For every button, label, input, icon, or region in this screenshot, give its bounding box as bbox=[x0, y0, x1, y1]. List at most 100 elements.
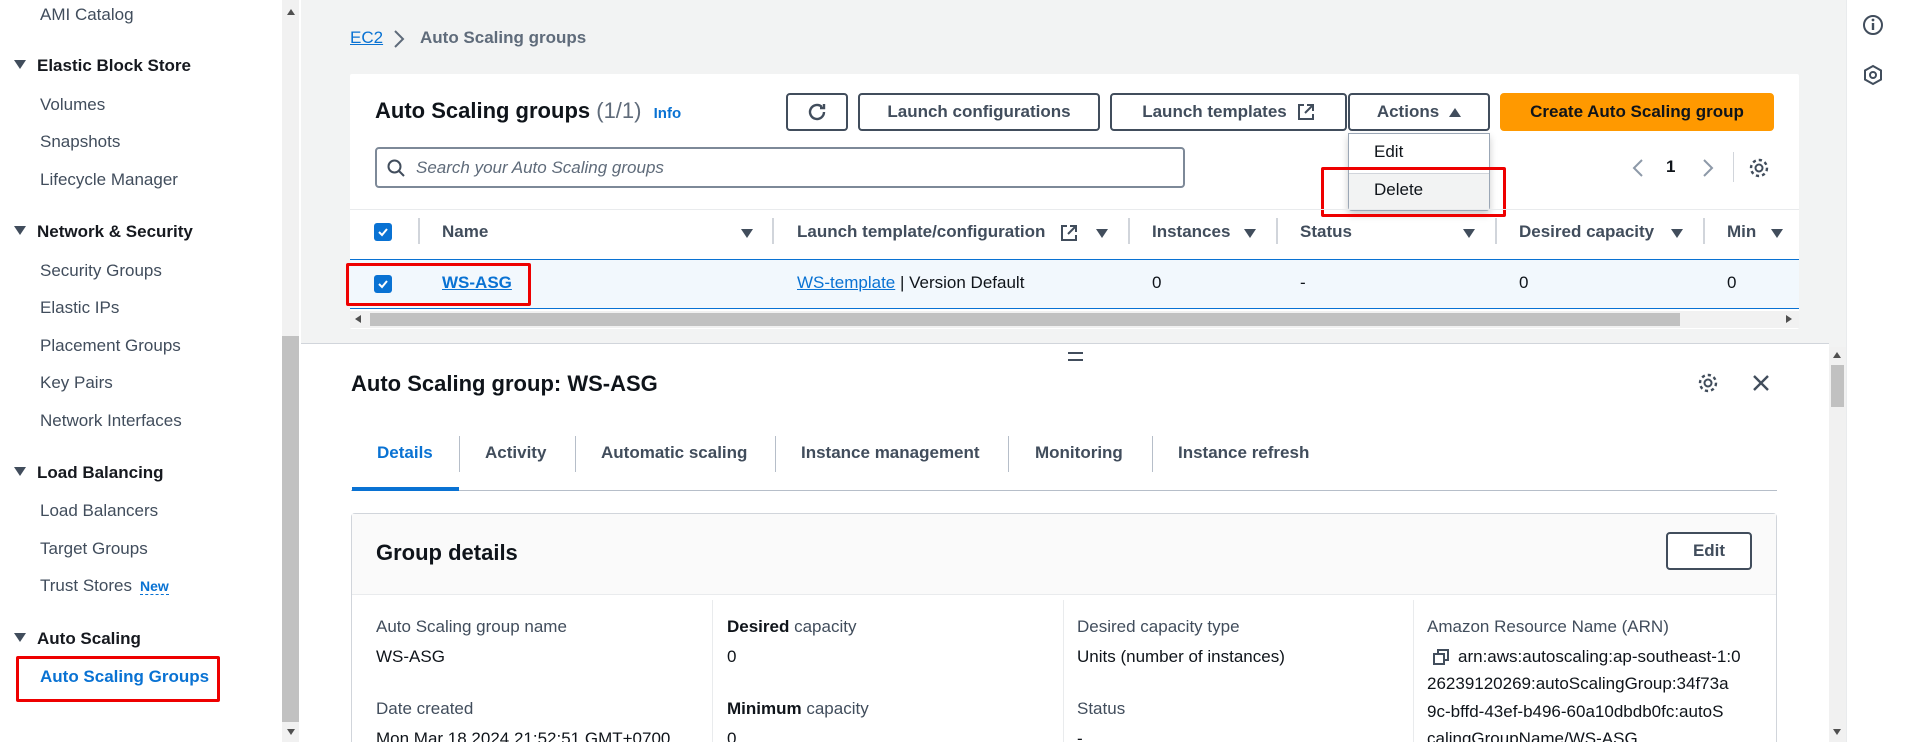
column-divider bbox=[1063, 600, 1064, 742]
tab-monitoring[interactable]: Monitoring bbox=[1035, 443, 1123, 463]
list-title: Auto Scaling groups (1/1) Info bbox=[375, 98, 681, 124]
sidebar-item-elastic-ips[interactable]: Elastic IPs bbox=[40, 298, 119, 318]
asg-name-value: WS-ASG bbox=[376, 647, 445, 666]
sidebar-item-lifecycle-manager[interactable]: Lifecycle Manager bbox=[40, 170, 178, 190]
group-details-header bbox=[352, 514, 1776, 595]
search-icon bbox=[387, 159, 405, 177]
sidebar-item-security-groups[interactable]: Security Groups bbox=[40, 261, 162, 281]
column-header-name[interactable]: Name bbox=[442, 222, 488, 242]
caret-down-icon bbox=[14, 60, 26, 69]
launch-templates-button[interactable]: Launch templates bbox=[1110, 93, 1347, 131]
tab-separator bbox=[1152, 436, 1153, 472]
column-separator bbox=[1128, 218, 1130, 244]
sidebar-item-ami-catalog[interactable]: AMI Catalog bbox=[40, 5, 134, 25]
refresh-icon bbox=[808, 103, 826, 121]
date-created-value: Mon Mar 18 2024 21:52:51 GMT+0700 bbox=[376, 729, 671, 742]
page-number[interactable]: 1 bbox=[1666, 157, 1675, 177]
sidebar-item-trust-stores[interactable]: Trust Stores New bbox=[40, 576, 169, 596]
sidebar-item-placement-groups[interactable]: Placement Groups bbox=[40, 336, 181, 356]
launch-configurations-button[interactable]: Launch configurations bbox=[858, 93, 1100, 131]
breadcrumb: EC2 bbox=[350, 28, 383, 48]
arn-label: Amazon Resource Name (ARN) bbox=[1427, 617, 1669, 636]
status-label: Status bbox=[1077, 699, 1126, 718]
column-header-min[interactable]: Min bbox=[1727, 222, 1756, 242]
desired-capacity-type-label: Desired capacity type bbox=[1077, 617, 1240, 636]
status-cell: - bbox=[1300, 273, 1306, 292]
detail-title: Auto Scaling group: WS-ASG bbox=[351, 371, 658, 396]
sidebar-item-load-balancers[interactable]: Load Balancers bbox=[40, 501, 158, 521]
group-details-edit-button[interactable]: Edit bbox=[1666, 532, 1752, 570]
sort-icon[interactable] bbox=[1244, 229, 1256, 238]
column-header-desired-capacity[interactable]: Desired capacity bbox=[1519, 222, 1654, 242]
scroll-up-arrow-icon[interactable] bbox=[1833, 352, 1841, 358]
create-asg-button[interactable]: Create Auto Scaling group bbox=[1500, 93, 1774, 131]
tab-details[interactable]: Details bbox=[377, 443, 433, 463]
scroll-down-arrow-icon[interactable] bbox=[1833, 729, 1841, 735]
detail-scrollbar-thumb[interactable] bbox=[1831, 365, 1844, 407]
search-placeholder: Search your Auto Scaling groups bbox=[416, 158, 664, 177]
table-row[interactable] bbox=[350, 259, 1799, 309]
info-link[interactable]: Info bbox=[654, 105, 682, 122]
sidebar-scrollbar-thumb[interactable] bbox=[282, 336, 299, 722]
sort-icon[interactable] bbox=[1463, 229, 1475, 238]
sidebar-item-volumes[interactable]: Volumes bbox=[40, 95, 105, 115]
menu-item-edit[interactable]: Edit bbox=[1374, 142, 1403, 162]
breadcrumb-ec2-link[interactable]: EC2 bbox=[350, 28, 383, 47]
column-header-instances[interactable]: Instances bbox=[1152, 222, 1230, 242]
next-page-icon[interactable] bbox=[1702, 158, 1714, 178]
sidebar-item-network-interfaces[interactable]: Network Interfaces bbox=[40, 411, 182, 431]
prev-page-icon[interactable] bbox=[1632, 158, 1644, 178]
shield-icon[interactable] bbox=[1862, 64, 1884, 86]
sidebar-item-label: Trust Stores bbox=[40, 576, 132, 595]
actions-button[interactable]: Actions bbox=[1348, 93, 1490, 131]
row-checkbox[interactable] bbox=[374, 275, 392, 293]
tab-automatic-scaling[interactable]: Automatic scaling bbox=[601, 443, 747, 463]
sidebar-section-network[interactable]: Network & Security bbox=[14, 222, 193, 242]
column-separator bbox=[1495, 218, 1497, 244]
status-value: - bbox=[1077, 729, 1083, 742]
sort-icon[interactable] bbox=[1671, 229, 1683, 238]
tab-activity[interactable]: Activity bbox=[485, 443, 546, 463]
gear-icon[interactable] bbox=[1748, 157, 1770, 179]
sidebar-section-ebs[interactable]: Elastic Block Store bbox=[14, 56, 191, 76]
gear-icon[interactable] bbox=[1697, 372, 1719, 394]
button-label: Actions bbox=[1376, 102, 1440, 121]
resize-handle-icon[interactable] bbox=[1068, 352, 1083, 361]
scroll-right-arrow-icon[interactable] bbox=[1786, 315, 1792, 323]
list-title-text: Auto Scaling groups bbox=[375, 98, 591, 123]
refresh-button[interactable] bbox=[786, 93, 848, 131]
arn-line: 26239120269:autoScalingGroup:34f73a bbox=[1427, 674, 1729, 693]
tab-instance-refresh[interactable]: Instance refresh bbox=[1178, 443, 1309, 463]
scroll-down-arrow-icon[interactable] bbox=[287, 729, 295, 735]
menu-item-delete[interactable]: Delete bbox=[1374, 180, 1423, 200]
sidebar-section-load-balancing[interactable]: Load Balancing bbox=[14, 463, 164, 483]
sidebar-item-key-pairs[interactable]: Key Pairs bbox=[40, 373, 113, 393]
search-input[interactable]: Search your Auto Scaling groups bbox=[375, 147, 1185, 188]
horizontal-scrollbar-thumb[interactable] bbox=[370, 313, 1680, 326]
button-label: Launch templates bbox=[1142, 102, 1287, 121]
column-header-status[interactable]: Status bbox=[1300, 222, 1352, 242]
arn-line: calingGroupName/WS-ASG bbox=[1427, 729, 1638, 742]
tab-instance-management[interactable]: Instance management bbox=[801, 443, 980, 463]
launch-template-link[interactable]: WS-template bbox=[797, 273, 895, 292]
sidebar-item-snapshots[interactable]: Snapshots bbox=[40, 132, 120, 152]
copy-icon[interactable] bbox=[1433, 649, 1449, 665]
sort-icon[interactable] bbox=[741, 229, 753, 238]
scroll-up-arrow-icon[interactable] bbox=[287, 9, 295, 15]
arn-line: arn:aws:autoscaling:ap-southeast-1:0 bbox=[1458, 647, 1741, 666]
column-header-launch-template[interactable]: Launch template/configuration bbox=[797, 222, 1045, 242]
select-all-checkbox[interactable] bbox=[374, 223, 392, 241]
sidebar-section-auto-scaling[interactable]: Auto Scaling bbox=[14, 629, 141, 649]
close-icon[interactable] bbox=[1752, 374, 1770, 392]
info-circle-icon[interactable] bbox=[1862, 14, 1884, 36]
sort-icon[interactable] bbox=[1096, 229, 1108, 238]
scroll-left-arrow-icon[interactable] bbox=[355, 315, 361, 323]
right-utility-rail bbox=[1846, 0, 1919, 742]
minimum-bold: Minimum bbox=[727, 699, 802, 718]
asg-name-link[interactable]: WS-ASG bbox=[442, 273, 512, 293]
breadcrumb-current: Auto Scaling groups bbox=[420, 28, 587, 47]
sidebar-item-target-groups[interactable]: Target Groups bbox=[40, 539, 148, 559]
sort-icon[interactable] bbox=[1771, 229, 1783, 238]
desired-capacity-value: 0 bbox=[727, 647, 737, 666]
sidebar-item-auto-scaling-groups[interactable]: Auto Scaling Groups bbox=[40, 667, 209, 687]
